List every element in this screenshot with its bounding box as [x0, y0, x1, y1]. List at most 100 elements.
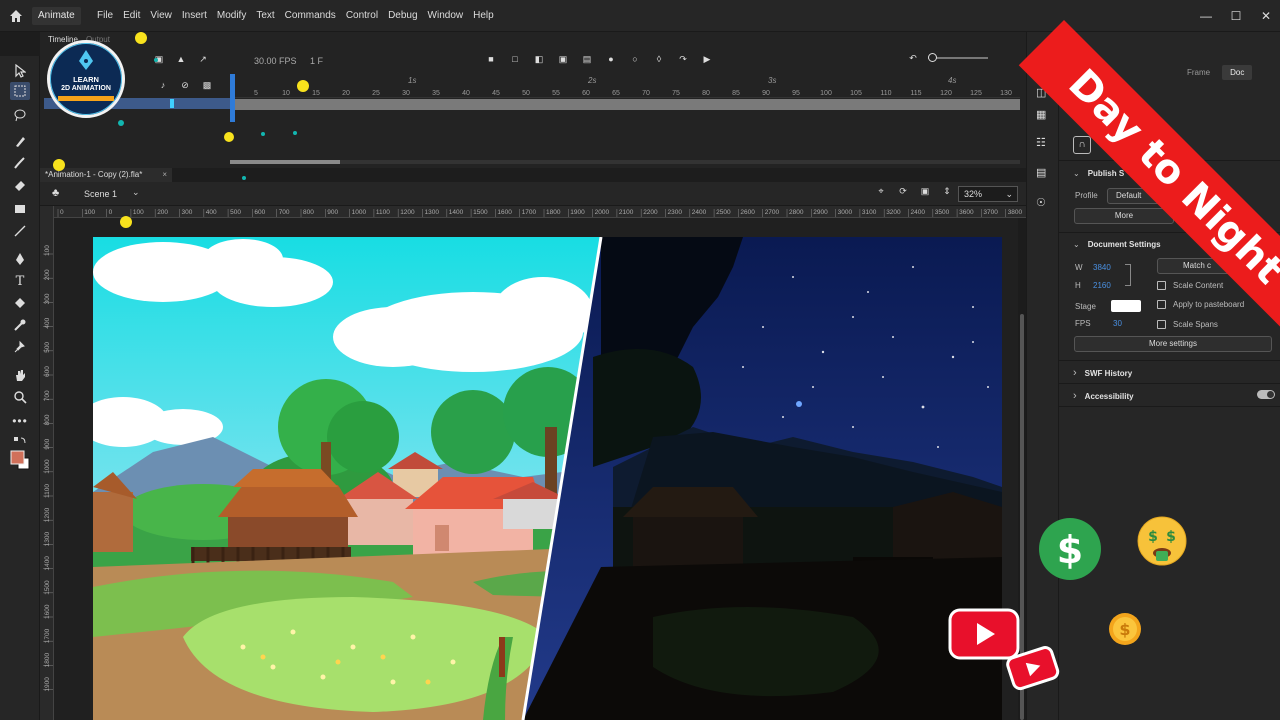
timeline-scroll-thumb[interactable]	[230, 160, 340, 164]
menu-insert[interactable]: Insert	[177, 0, 212, 32]
zoom-stepper-icon[interactable]: ⇕	[942, 186, 952, 196]
apply-pasteboard-checkbox[interactable]	[1157, 300, 1166, 309]
hand-tool-icon[interactable]	[10, 366, 30, 384]
accessibility-toggle[interactable]	[1257, 390, 1275, 399]
close-document-icon[interactable]: ×	[162, 168, 167, 182]
document-settings-heading[interactable]: Document Settings	[1073, 240, 1161, 249]
insert-keyframe-icon[interactable]: ■	[486, 54, 496, 64]
rotate-stage-icon[interactable]: ⟳	[898, 186, 908, 196]
pen-tool-icon[interactable]	[10, 250, 30, 268]
fill-stroke-swatch-icon[interactable]	[10, 448, 30, 472]
lasso-tool-icon[interactable]	[10, 106, 30, 124]
pin-tool-icon[interactable]	[10, 338, 30, 356]
onion-skin-icon[interactable]: ●	[606, 54, 616, 64]
brush-tool-icon[interactable]	[10, 154, 30, 172]
layer-type-icon[interactable]: ♪	[158, 80, 168, 90]
paint-brush-tool-icon[interactable]	[10, 132, 30, 150]
graph-icon[interactable]: ↗	[198, 54, 208, 64]
free-transform-tool-icon[interactable]	[10, 82, 30, 100]
swf-history-heading[interactable]: SWF History	[1073, 367, 1133, 379]
edit-multiple-icon[interactable]: ◊	[654, 54, 664, 64]
more-tools-icon[interactable]: •••	[10, 412, 30, 430]
width-value[interactable]: 3840	[1093, 263, 1111, 272]
menu-text[interactable]: Text	[251, 0, 279, 32]
insert-blank-keyframe-icon[interactable]: □	[510, 54, 520, 64]
center-stage-icon[interactable]: ⌖	[876, 186, 886, 196]
menu-commands[interactable]: Commands	[280, 0, 341, 32]
vruler-label: 1200	[44, 507, 51, 522]
menu-view[interactable]: View	[145, 0, 177, 32]
stage[interactable]	[93, 237, 1002, 720]
stage-color-swatch[interactable]	[1111, 300, 1141, 312]
clip-content-icon[interactable]: ▣	[920, 186, 930, 196]
link-dimensions-icon[interactable]	[1125, 264, 1131, 286]
line-tool-icon[interactable]	[10, 222, 30, 240]
more-settings-button[interactable]: More settings	[1074, 336, 1272, 352]
frame-tick-label: 90	[762, 90, 770, 97]
menu-help[interactable]: Help	[468, 0, 499, 32]
fps-value[interactable]: 30.00	[254, 56, 277, 66]
close-window-button[interactable]: ✕	[1260, 9, 1272, 23]
stage-zoom-select[interactable]: 32% ⌄	[958, 186, 1018, 202]
layer-parenting-icon[interactable]: ▲	[176, 54, 186, 64]
publish-settings-heading[interactable]: Publish S	[1073, 169, 1124, 178]
eyedropper-tool-icon[interactable]	[10, 316, 30, 334]
menu-file[interactable]: File	[92, 0, 118, 32]
scene-label[interactable]: Scene 1	[84, 182, 117, 206]
timeline-zoom-slider[interactable]	[928, 53, 988, 62]
play-icon[interactable]: ▶	[702, 54, 712, 64]
frame-span[interactable]	[230, 99, 1020, 110]
timeline-zoom-knob[interactable]	[928, 53, 937, 62]
snap-magnet-icon[interactable]: ∩	[1073, 136, 1091, 154]
hruler-label: 3100	[862, 209, 877, 216]
scale-spans-checkbox[interactable]	[1157, 320, 1166, 329]
paint-bucket-tool-icon[interactable]	[10, 294, 30, 312]
home-icon[interactable]	[6, 6, 26, 26]
maximize-button[interactable]: ☐	[1230, 9, 1242, 23]
lock-all-icon[interactable]: ▩	[202, 80, 212, 90]
tab-frame[interactable]: Frame	[1179, 65, 1218, 80]
frames-area[interactable]: 1s 2s 3s 4s 5 10 15 20 25 30 35 40 45 50 55 60 65 70 75 80…	[230, 72, 1026, 168]
menu-window[interactable]: Window	[423, 0, 469, 32]
menu-edit[interactable]: Edit	[118, 0, 145, 32]
svg-text:$: $	[1166, 529, 1176, 545]
tab-doc[interactable]: Doc	[1222, 65, 1253, 80]
rectangle-tool-icon[interactable]	[10, 200, 30, 218]
hruler-label: 100	[133, 209, 144, 216]
menu-debug[interactable]: Debug	[383, 0, 422, 32]
onion-outline-icon[interactable]: ○	[630, 54, 640, 64]
more-publish-button[interactable]: More	[1074, 208, 1174, 224]
app-tab[interactable]: Animate	[32, 7, 81, 25]
loop-icon[interactable]: ↷	[678, 54, 688, 64]
scale-content-checkbox[interactable]	[1157, 281, 1166, 290]
menu-control[interactable]: Control	[341, 0, 383, 32]
fps-value-field[interactable]: 30	[1113, 319, 1122, 328]
timeline-scrollbar[interactable]	[230, 160, 1020, 164]
frame-ruler: 5 10 15 20 25 30 35 40 45 50 55 60 65 70 75 80 85 90 95 100…	[230, 90, 1020, 98]
components-icon[interactable]: ☷	[1036, 136, 1046, 149]
accessibility-heading[interactable]: Accessibility	[1073, 390, 1134, 402]
selection-tool-icon[interactable]	[10, 62, 30, 80]
playhead[interactable]	[230, 74, 235, 122]
center-frame-icon[interactable]: ↶	[908, 53, 918, 63]
frame-tick-label: 125	[970, 90, 982, 97]
camera-icon[interactable]: ▣	[154, 54, 164, 64]
menu-bar: Animate File Edit View Insert Modify Tex…	[0, 0, 1280, 32]
delete-frame-icon[interactable]: ▤	[582, 54, 592, 64]
scene-dropdown-icon[interactable]: ⌄	[132, 187, 140, 198]
insert-tween-icon[interactable]: ▣	[558, 54, 568, 64]
vruler-label: 400	[44, 317, 51, 328]
zoom-tool-icon[interactable]	[10, 388, 30, 406]
assets-icon[interactable]: ▦	[1036, 108, 1046, 121]
minimize-button[interactable]: —	[1200, 9, 1212, 23]
document-tab[interactable]: *Animation-1 - Copy (2).fla* ×	[40, 168, 172, 182]
insert-frame-icon[interactable]: ◧	[534, 54, 544, 64]
current-frame[interactable]: 1	[310, 56, 315, 66]
menu-modify[interactable]: Modify	[212, 0, 251, 32]
motion-presets-icon[interactable]: ☉	[1036, 196, 1046, 209]
text-tool-icon[interactable]: T	[10, 272, 30, 290]
align-icon[interactable]: ▤	[1036, 166, 1046, 179]
show-hide-all-icon[interactable]: ⊘	[180, 80, 190, 90]
height-value[interactable]: 2160	[1093, 281, 1111, 290]
eraser-tool-icon[interactable]	[10, 176, 30, 194]
